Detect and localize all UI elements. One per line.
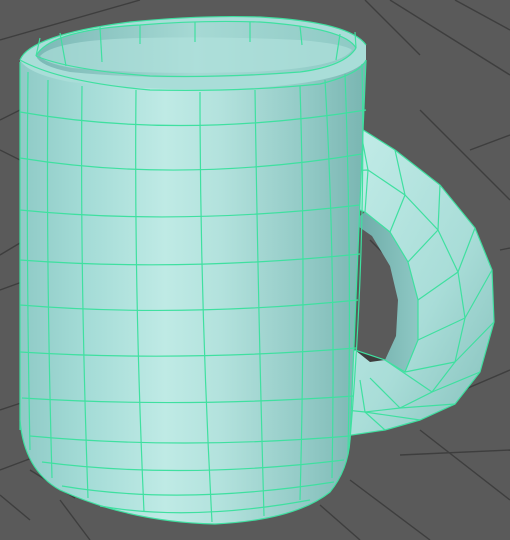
3d-viewport[interactable] — [0, 0, 510, 540]
viewport-canvas[interactable] — [0, 0, 510, 540]
mug-body[interactable] — [20, 16, 366, 524]
